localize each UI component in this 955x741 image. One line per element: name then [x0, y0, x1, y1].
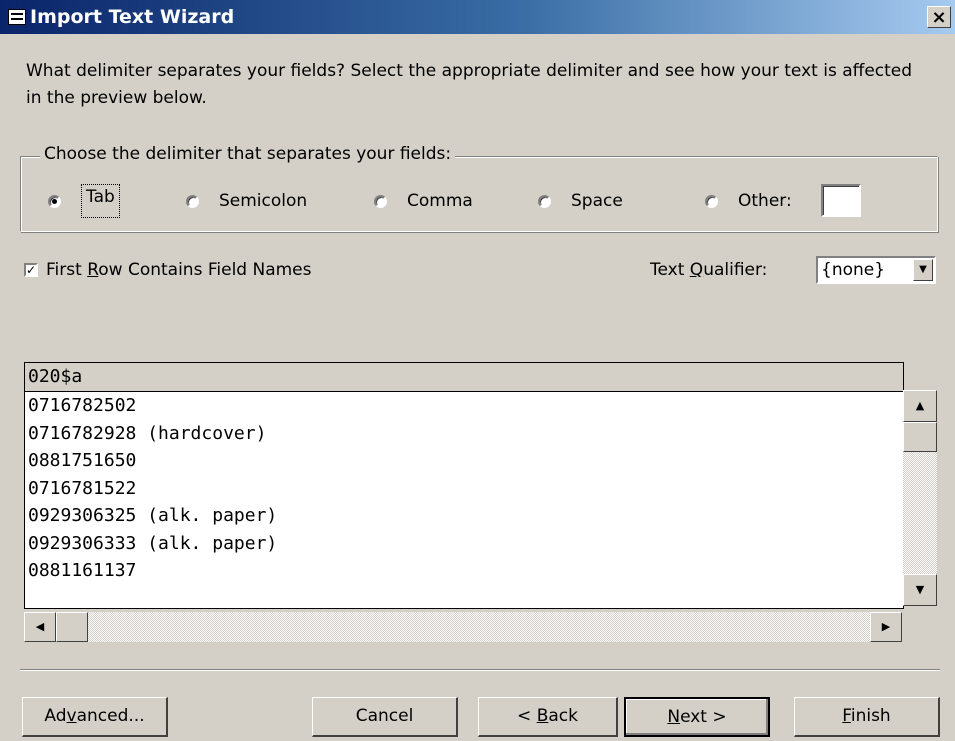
app-icon	[8, 9, 26, 25]
cancel-button[interactable]: Cancel	[312, 697, 458, 737]
delimiter-group-legend: Choose the delimiter that separates your…	[40, 144, 456, 164]
text-qualifier-label: Text Qualifier:	[650, 260, 768, 280]
next-button[interactable]: Next >	[624, 697, 770, 737]
finish-button[interactable]: Finish	[794, 697, 940, 737]
close-button[interactable]: ×	[927, 6, 951, 28]
radio-space-circle[interactable]	[538, 194, 551, 208]
preview-column-header[interactable]: 020$a	[25, 363, 903, 392]
preview-row: 0881161137	[28, 560, 137, 581]
vertical-scroll-thumb[interactable]	[903, 422, 937, 452]
radio-tab[interactable]: Tab	[48, 184, 120, 218]
radio-tab-label: Tab	[81, 184, 120, 218]
preview-row: 0929306325 (alk. paper)	[28, 505, 278, 526]
radio-other-label: Other:	[738, 191, 792, 211]
radio-space[interactable]: Space	[538, 187, 623, 215]
instructions-text: What delimiter separates your fields? Se…	[26, 61, 913, 108]
title-bar: Import Text Wizard ×	[0, 0, 955, 34]
preview-row: 0716781522	[28, 477, 137, 499]
text-qualifier-select[interactable]: {none} ▼	[816, 256, 936, 284]
delimiter-groupbox	[20, 156, 938, 232]
radio-other-circle[interactable]	[705, 194, 718, 208]
advanced-button[interactable]: Advanced...	[22, 697, 168, 737]
radio-other[interactable]: Other:	[705, 187, 792, 215]
first-row-checkbox[interactable]: ✓	[24, 263, 38, 277]
horizontal-scroll-thumb[interactable]	[56, 612, 88, 642]
scroll-left-icon[interactable]: ◀	[24, 612, 56, 642]
scroll-up-icon[interactable]: ▲	[903, 390, 937, 422]
window-title: Import Text Wizard	[30, 6, 235, 28]
first-row-label: First Row Contains Field Names	[46, 260, 312, 280]
radio-comma-label: Comma	[407, 191, 473, 211]
preview-row: 0881751650	[28, 450, 137, 471]
radio-space-label: Space	[571, 191, 623, 211]
preview-row: 0929306333 (alk. paper)	[28, 532, 278, 554]
chevron-down-icon[interactable]: ▼	[913, 259, 933, 281]
horizontal-scrollbar[interactable]: ◀ ▶	[24, 612, 902, 642]
radio-semicolon-circle[interactable]	[186, 194, 199, 208]
text-qualifier-value: {none}	[821, 260, 886, 280]
radio-comma-circle[interactable]	[374, 194, 387, 208]
scroll-down-icon[interactable]: ▼	[903, 574, 937, 606]
radio-tab-circle[interactable]	[48, 194, 61, 208]
vertical-scrollbar[interactable]: ▲ ▼	[903, 390, 937, 606]
button-separator	[20, 669, 940, 671]
radio-comma[interactable]: Comma	[374, 187, 473, 215]
first-row-field-names[interactable]: ✓ First Row Contains Field Names	[24, 260, 312, 280]
data-preview[interactable]: 020$a 0716782502 0716782928 (hardcover) …	[24, 362, 904, 609]
radio-semicolon-label: Semicolon	[219, 191, 308, 211]
other-delimiter-input[interactable]	[821, 184, 861, 217]
preview-row: 0716782502	[28, 395, 137, 416]
back-button[interactable]: < Back	[478, 697, 618, 737]
preview-row: 0716782928 (hardcover)	[28, 422, 267, 444]
radio-semicolon[interactable]: Semicolon	[186, 187, 307, 215]
scroll-right-icon[interactable]: ▶	[870, 612, 902, 642]
